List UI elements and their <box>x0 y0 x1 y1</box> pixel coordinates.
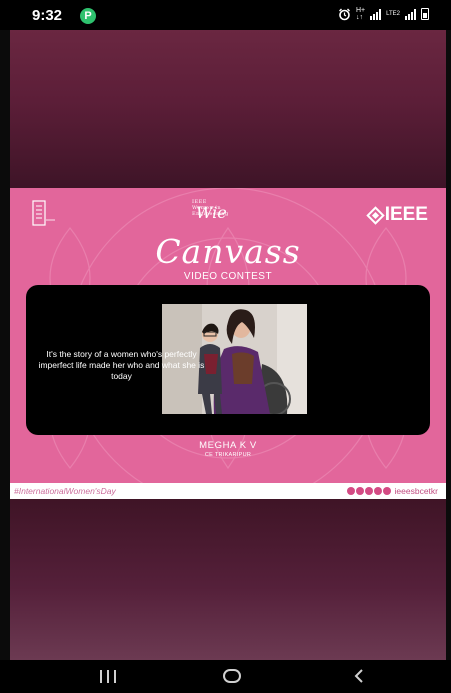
instagram-icon <box>346 487 355 495</box>
navigation-bar <box>0 660 451 693</box>
ieee-diamond-icon <box>365 205 385 225</box>
signal-1-icon <box>370 8 382 20</box>
alarm-icon <box>338 8 350 20</box>
status-time: 9:32 <box>32 7 63 24</box>
wie-logo: IEEE Women in Engineering Wie <box>192 199 229 222</box>
facebook-icon <box>355 487 364 495</box>
social-links: ieeesbcetkr <box>346 486 438 496</box>
poster-footer: #InternationalWomen'sDay ieeesbcetkr <box>10 483 446 499</box>
image-viewer[interactable]: IEEE Women in Engineering Wie IEEE Canva… <box>10 30 446 660</box>
app-notification-icon: P <box>80 8 96 24</box>
contestant-college: CE TRIKARIPUR <box>204 452 252 458</box>
contestant-name: MEGHA K V <box>199 440 257 451</box>
linkedin-icon <box>382 487 391 495</box>
social-handle: ieeesbcetkr <box>394 486 438 496</box>
contest-poster[interactable]: IEEE Women in Engineering Wie IEEE Canva… <box>10 188 446 483</box>
contest-subtitle: VIDEO CONTEST <box>183 271 273 282</box>
data-arrows-icon: H+ ↓↑ <box>355 7 366 21</box>
blurred-background-bottom <box>10 499 446 660</box>
college-logo-icon <box>32 200 55 226</box>
recent-apps-button[interactable] <box>100 670 116 684</box>
network-type-label: LTE2 <box>386 11 400 17</box>
hashtag: #InternationalWomen'sDay <box>14 486 116 496</box>
signal-2-icon <box>405 8 416 20</box>
back-button[interactable] <box>352 668 366 684</box>
contest-quote: It's the story of a women who's perfectl… <box>38 349 205 381</box>
ieee-logo: IEEE <box>365 204 428 226</box>
blurred-background-top <box>10 30 446 188</box>
status-bar: 9:32 P H+ ↓↑ LTE2 <box>0 0 451 30</box>
youtube-icon <box>373 487 382 495</box>
battery-icon <box>421 8 429 20</box>
video-card[interactable]: It's the story of a women who's perfectl… <box>26 285 430 435</box>
status-icons: H+ ↓↑ LTE2 <box>338 7 429 21</box>
contest-title: Canvass <box>155 232 301 271</box>
twitter-icon <box>364 487 373 495</box>
home-button[interactable] <box>223 669 241 683</box>
